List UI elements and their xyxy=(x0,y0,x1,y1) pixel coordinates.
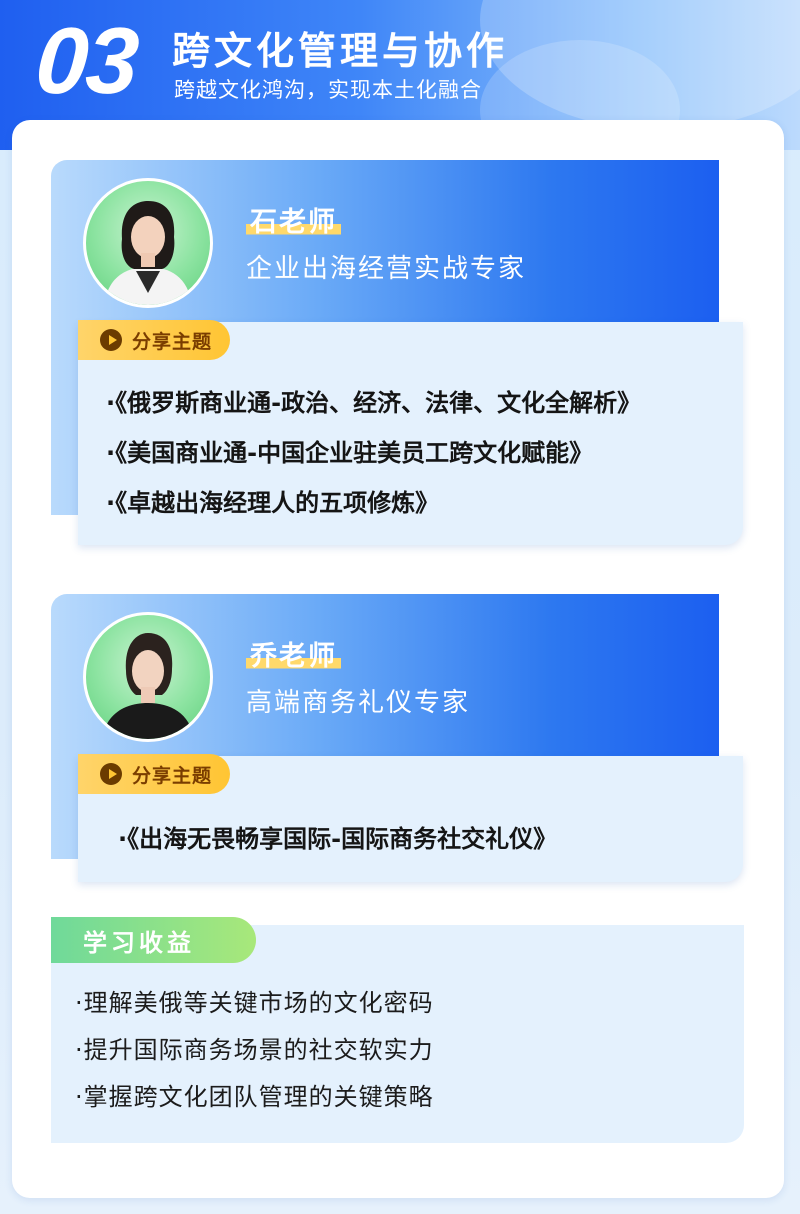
teacher-role: 企业出海经营实战专家 xyxy=(246,254,527,284)
teacher-name: 石老师 xyxy=(246,200,341,239)
topic-item: ·《出海无畏畅享国际-国际商务社交礼仪》 xyxy=(118,825,558,853)
play-icon xyxy=(100,763,122,785)
teacher-card: 石老师 企业出海经营实战专家 分享主题 ·《俄罗斯商业通-政治、经济、法律、文化… xyxy=(51,160,743,545)
teacher-card: 乔老师 高端商务礼仪专家 分享主题 ·《出海无畏畅享国际-国际商务社交礼仪》 xyxy=(51,594,743,882)
topic-tag: 分享主题 xyxy=(78,320,231,360)
benefit-item: ·提升国际商务场景的社交软实力 xyxy=(75,1036,434,1064)
topics-card: 分享主题 ·《俄罗斯商业通-政治、经济、法律、文化全解析》 ·《美国商业通-中国… xyxy=(78,320,743,545)
benefit-list: ·理解美俄等关键市场的文化密码 ·提升国际商务场景的社交软实力 ·掌握跨文化团队… xyxy=(75,980,434,1121)
topic-item: ·《美国商业通-中国企业驻美员工跨文化赋能》 xyxy=(106,439,594,467)
topic-tag-label: 分享主题 xyxy=(132,330,213,353)
person-icon xyxy=(104,201,192,305)
teacher-role: 高端商务礼仪专家 xyxy=(246,688,471,718)
benefits-tag: 学习收益 xyxy=(51,917,256,963)
topic-item: ·《俄罗斯商业通-政治、经济、法律、文化全解析》 xyxy=(106,389,642,417)
topic-item: ·《卓越出海经理人的五项修炼》 xyxy=(106,489,440,517)
benefit-item: ·理解美俄等关键市场的文化密码 xyxy=(75,989,434,1017)
topic-tag-label: 分享主题 xyxy=(132,764,213,787)
teacher-avatar xyxy=(83,612,213,742)
topics-card: 分享主题 ·《出海无畏畅享国际-国际商务社交礼仪》 xyxy=(78,754,743,882)
benefits-card: 学习收益 ·理解美俄等关键市场的文化密码 ·提升国际商务场景的社交软实力 ·掌握… xyxy=(51,917,744,1143)
teacher-avatar xyxy=(83,178,213,308)
section-subtitle: 跨越文化鸿沟，实现本土化融合 xyxy=(174,78,482,102)
topic-list: ·《出海无畏畅享国际-国际商务社交礼仪》 xyxy=(118,814,557,864)
section-title: 跨文化管理与协作 xyxy=(172,29,509,73)
benefit-item: ·掌握跨文化团队管理的关键策略 xyxy=(75,1083,434,1111)
benefits-label: 学习收益 xyxy=(83,928,195,957)
section-number: 03 xyxy=(32,8,141,113)
play-icon xyxy=(100,329,122,351)
topic-tag: 分享主题 xyxy=(78,754,231,794)
person-icon xyxy=(102,633,194,739)
topic-list: ·《俄罗斯商业通-政治、经济、法律、文化全解析》 ·《美国商业通-中国企业驻美员… xyxy=(106,378,641,528)
teacher-name: 乔老师 xyxy=(246,634,341,673)
